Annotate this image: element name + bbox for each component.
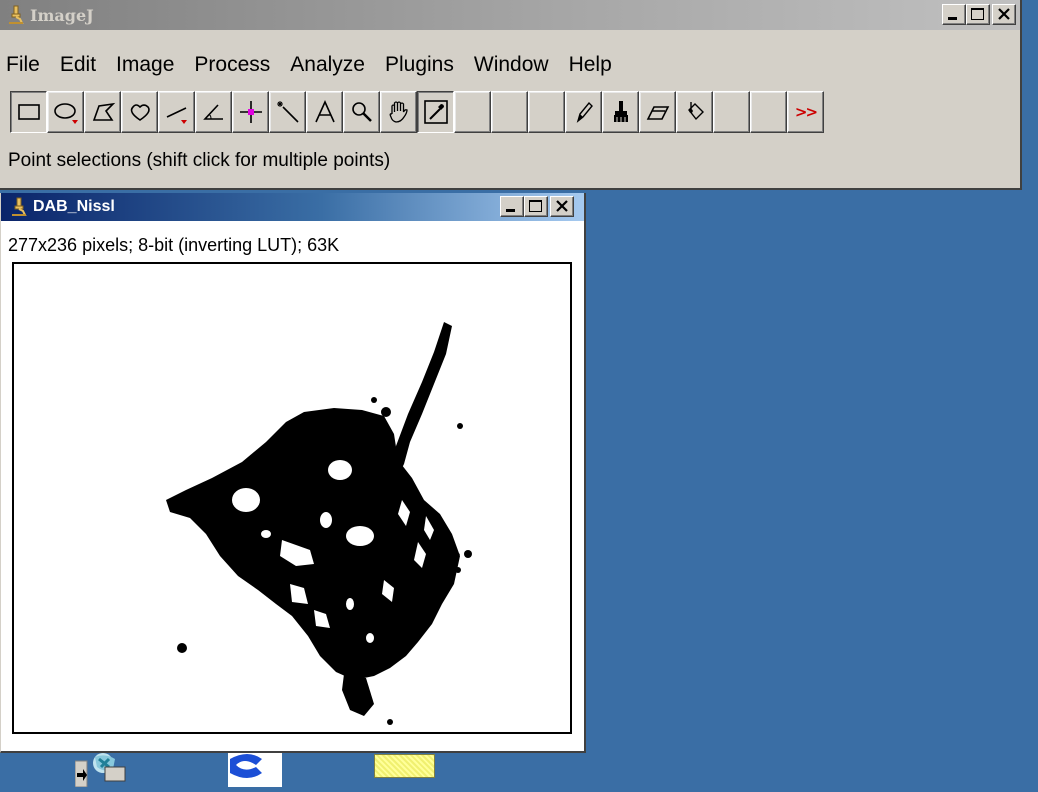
more-tools-button[interactable]: >> <box>787 91 824 133</box>
rectangle-tool[interactable] <box>10 91 47 133</box>
hand-scroll-icon <box>389 101 408 123</box>
angle-tool[interactable] <box>195 91 232 133</box>
image-window-title: DAB_Nissl <box>33 198 115 215</box>
desktop-shortcut-icon[interactable] <box>74 753 135 788</box>
wand-tool-icon <box>276 101 299 123</box>
more-tools-label: >> <box>794 103 818 121</box>
flood-fill-tool[interactable] <box>676 91 713 133</box>
image-titlebar[interactable]: DAB_Nissl <box>1 193 584 221</box>
menu-window[interactable]: Window <box>474 51 549 79</box>
image-maximize-button[interactable] <box>524 196 548 217</box>
menu-help[interactable]: Help <box>569 51 612 79</box>
brush-icon <box>613 101 628 122</box>
brush-tool[interactable] <box>602 91 639 133</box>
magnifier-icon <box>351 102 372 122</box>
close-icon <box>998 8 1010 20</box>
close-icon <box>556 200 568 212</box>
point-tool[interactable] <box>232 91 269 133</box>
eraser-tool[interactable] <box>639 91 676 133</box>
maximize-icon <box>971 8 984 20</box>
maximize-button[interactable] <box>966 4 990 25</box>
tool-bar: >> <box>10 91 824 133</box>
main-titlebar[interactable]: ImageJ <box>0 0 1020 30</box>
rectangle-select-icon <box>17 104 40 120</box>
imagej-main-window: ImageJ File Edit Image Process Analyze P… <box>0 0 1022 190</box>
magnifier-tool[interactable] <box>343 91 380 133</box>
scroll-tool[interactable] <box>380 91 417 133</box>
maximize-icon <box>529 200 542 212</box>
cell-blob-image <box>166 322 472 725</box>
pencil-icon <box>576 101 593 123</box>
menu-file[interactable]: File <box>6 51 40 79</box>
minimize-icon <box>506 209 515 212</box>
window-title: ImageJ <box>30 6 94 25</box>
point-tool-icon <box>239 101 262 123</box>
image-window: DAB_Nissl 277x236 pixels; 8-bit (inverti… <box>0 193 586 753</box>
minimize-icon <box>948 17 957 20</box>
image-close-button[interactable] <box>550 196 574 217</box>
color-picker-icon <box>423 100 448 124</box>
freehand-select-icon <box>130 104 150 121</box>
line-tool[interactable] <box>158 91 195 133</box>
empty-tool-slot <box>713 91 750 133</box>
text-tool-icon <box>314 100 335 123</box>
image-minimize-button[interactable] <box>500 196 524 217</box>
microscope-icon <box>9 5 24 24</box>
pencil-tool[interactable] <box>565 91 602 133</box>
empty-tool-slot <box>491 91 528 133</box>
image-canvas[interactable] <box>12 262 572 734</box>
image-info-text: 277x236 pixels; 8-bit (inverting LUT); 6… <box>8 235 340 255</box>
menu-bar: File Edit Image Process Analyze Plugins … <box>0 51 1020 79</box>
color-picker-tool[interactable] <box>417 91 454 133</box>
menu-plugins[interactable]: Plugins <box>385 51 454 79</box>
line-tool-icon <box>166 107 187 124</box>
eraser-icon <box>646 106 669 120</box>
desktop-app-icon[interactable] <box>222 753 282 787</box>
angle-tool-icon <box>202 104 223 120</box>
menu-process[interactable]: Process <box>194 51 270 79</box>
freehand-tool[interactable] <box>121 91 158 133</box>
polygon-select-icon <box>92 102 115 121</box>
status-bar-text: Point selections (shift click for multip… <box>8 150 391 171</box>
flood-fill-icon <box>687 102 704 121</box>
minimize-button[interactable] <box>942 4 966 25</box>
close-button[interactable] <box>992 4 1016 25</box>
empty-tool-slot <box>528 91 565 133</box>
oval-tool[interactable] <box>47 91 84 133</box>
microscope-icon <box>12 197 27 216</box>
empty-tool-slot <box>750 91 787 133</box>
menu-image[interactable]: Image <box>116 51 174 79</box>
polygon-tool[interactable] <box>84 91 121 133</box>
oval-select-icon <box>53 103 78 124</box>
desktop-note-icon[interactable] <box>374 754 435 778</box>
text-tool[interactable] <box>306 91 343 133</box>
menu-edit[interactable]: Edit <box>60 51 96 79</box>
empty-tool-slot <box>454 91 491 133</box>
wand-tool[interactable] <box>269 91 306 133</box>
menu-analyze[interactable]: Analyze <box>290 51 365 79</box>
